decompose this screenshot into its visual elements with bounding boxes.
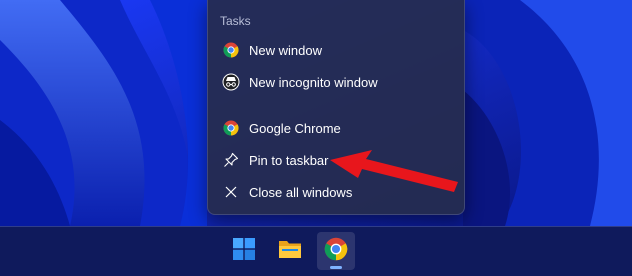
google-chrome-label: Google Chrome (249, 120, 341, 136)
close-all-windows-label: Close all windows (249, 184, 353, 200)
windows-start-icon (233, 237, 255, 265)
chrome-icon (222, 119, 240, 137)
new-window-item[interactable]: New window (212, 35, 460, 65)
close-icon (222, 183, 240, 201)
new-window-label: New window (249, 42, 322, 58)
tasks-section-title: Tasks (220, 14, 251, 28)
new-incognito-window-item[interactable]: New incognito window (212, 67, 460, 97)
running-indicator (330, 266, 342, 269)
google-chrome-item[interactable]: Google Chrome (212, 113, 460, 143)
file-explorer-button[interactable] (271, 232, 309, 270)
new-incognito-window-label: New incognito window (249, 74, 378, 90)
incognito-icon (222, 73, 240, 91)
chrome-taskbar-button[interactable] (317, 232, 355, 270)
close-all-windows-item[interactable]: Close all windows (212, 177, 460, 207)
file-explorer-icon (278, 238, 302, 265)
chrome-icon (324, 237, 348, 266)
taskbar (0, 226, 632, 276)
pin-icon (222, 151, 240, 169)
chrome-icon (222, 41, 240, 59)
start-button[interactable] (225, 232, 263, 270)
pin-to-taskbar-item[interactable]: Pin to taskbar (212, 145, 460, 175)
pin-to-taskbar-label: Pin to taskbar (249, 152, 329, 168)
chrome-jump-list: Tasks New window New incognito window Go… (207, 0, 465, 215)
